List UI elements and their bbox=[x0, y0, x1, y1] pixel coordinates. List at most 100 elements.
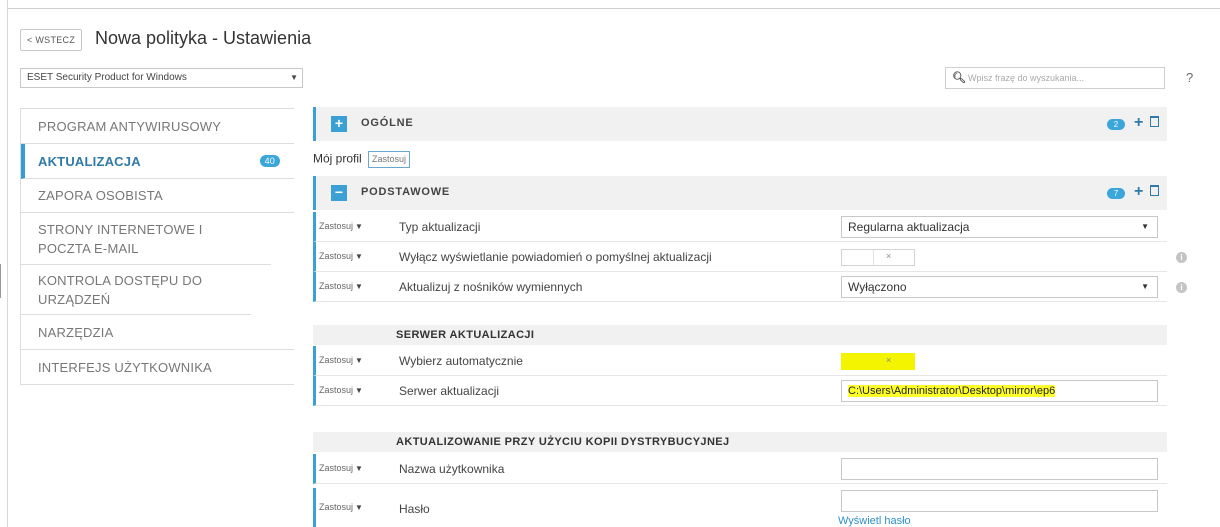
apply-dropdown[interactable]: Zastosuj ▼ bbox=[319, 281, 363, 291]
sidebar-item-web-email[interactable]: STRONY INTERNETOWE I POCZTA E-MAIL bbox=[21, 213, 271, 265]
chevron-down-icon: ▼ bbox=[355, 252, 363, 261]
setting-row-update-server: Zastosuj ▼ Serwer aktualizacji C:\Users\A… bbox=[313, 376, 1167, 406]
apply-dropdown[interactable]: Zastosuj ▼ bbox=[319, 221, 363, 231]
sidebar-item-update[interactable]: AKTUALIZACJA 40 bbox=[21, 144, 294, 179]
apply-label: Zastosuj bbox=[319, 502, 354, 512]
apply-label: Zastosuj bbox=[319, 355, 354, 365]
section-title: PODSTAWOWE bbox=[361, 186, 451, 198]
apply-label: Zastosuj bbox=[319, 463, 354, 473]
chevron-down-icon: ▼ bbox=[355, 356, 363, 365]
section-count-badge: 7 bbox=[1107, 188, 1125, 199]
select-value: Wyłączono bbox=[848, 280, 907, 294]
setting-label: Wybierz automatycznie bbox=[399, 354, 523, 368]
search-icon: 🔍︎ bbox=[952, 72, 966, 84]
sidebar-item-label: ZAPORA OSOBISTA bbox=[38, 188, 163, 203]
chevron-down-icon: ▼ bbox=[290, 73, 298, 82]
sidebar-item-label: STRONY INTERNETOWE I POCZTA E-MAIL bbox=[38, 221, 203, 256]
sidebar-item-firewall[interactable]: ZAPORA OSOBISTA bbox=[21, 179, 294, 213]
product-select[interactable]: ESET Security Product for Windows ▼ bbox=[20, 68, 303, 88]
search-placeholder: Wpisz frazę do wyszukania... bbox=[967, 73, 1085, 83]
setting-row-removable-media: Zastosuj ▼ Aktualizuj z nośników wymienny… bbox=[313, 272, 1187, 302]
section-general-header[interactable]: + OGÓLNE 2 + bbox=[313, 107, 1167, 141]
sidebar-item-label: KONTROLA DOSTĘPU DO URZĄDZEŃ bbox=[38, 272, 203, 307]
apply-dropdown[interactable]: Zastosuj ▼ bbox=[319, 463, 363, 473]
apply-dropdown[interactable]: Zastosuj ▼ bbox=[319, 251, 363, 261]
toggle-knob bbox=[842, 250, 874, 265]
chevron-down-icon: ▼ bbox=[1141, 282, 1149, 291]
back-button[interactable]: < WSTECZ bbox=[20, 29, 83, 51]
disable-notifications-toggle[interactable]: × bbox=[841, 249, 915, 266]
window-frame-top bbox=[8, 8, 1220, 9]
sidebar-badge: 40 bbox=[259, 155, 280, 167]
username-input[interactable] bbox=[841, 458, 1158, 480]
toggle-off-icon: × bbox=[886, 355, 892, 365]
toggle-off-icon: × bbox=[886, 251, 892, 261]
section-title: OGÓLNE bbox=[361, 117, 414, 129]
section-basic-header[interactable]: − PODSTAWOWE 7 + bbox=[313, 176, 1167, 210]
profile-apply-button[interactable]: Zastosuj bbox=[368, 151, 411, 168]
sidebar: PROGRAM ANTYWIRUSOWY AKTUALIZACJA 40 ZAP… bbox=[20, 108, 294, 385]
sidebar-item-label: NARZĘDZIA bbox=[38, 324, 114, 340]
password-input[interactable] bbox=[841, 490, 1158, 512]
removable-media-select[interactable]: Wyłączono ▼ bbox=[841, 276, 1158, 298]
apply-dropdown[interactable]: Zastosuj ▼ bbox=[319, 355, 363, 365]
sidebar-item-antivirus[interactable]: PROGRAM ANTYWIRUSOWY bbox=[21, 109, 294, 144]
setting-row-update-type: Zastosuj ▼ Typ aktualizacji Regularna akt… bbox=[313, 212, 1167, 242]
sidebar-item-device-control[interactable]: KONTROLA DOSTĘPU DO URZĄDZEŃ bbox=[21, 265, 251, 315]
setting-label: Nazwa użytkownika bbox=[399, 462, 505, 476]
setting-label: Aktualizuj z nośników wymiennych bbox=[399, 280, 583, 294]
profile-label: Mój profil bbox=[313, 151, 362, 166]
section-count-badge: 2 bbox=[1107, 119, 1125, 130]
window-edge-marker bbox=[0, 264, 6, 298]
sidebar-item-label: INTERFEJS UŻYTKOWNIKA bbox=[38, 359, 212, 375]
chevron-down-icon: ▼ bbox=[355, 222, 363, 231]
expand-plus-icon[interactable]: + bbox=[331, 116, 347, 132]
setting-label: Serwer aktualizacji bbox=[399, 384, 500, 398]
info-icon[interactable]: i bbox=[1176, 282, 1187, 293]
subsection-title: AKTUALIZOWANIE PRZY UŻYCIU KOPII DYSTRYB… bbox=[396, 436, 730, 448]
show-password-link[interactable]: Wyświetl hasło bbox=[838, 515, 911, 527]
setting-row-username: Zastosuj ▼ Nazwa użytkownika bbox=[313, 454, 1167, 484]
sidebar-item-tools[interactable]: NARZĘDZIA bbox=[21, 315, 294, 350]
select-value: Regularna aktualizacja bbox=[848, 220, 970, 234]
collapse-minus-icon[interactable]: − bbox=[331, 185, 347, 201]
sidebar-item-label: PROGRAM ANTYWIRUSOWY bbox=[38, 118, 222, 134]
setting-label: Typ aktualizacji bbox=[399, 220, 481, 234]
subsection-mirror: AKTUALIZOWANIE PRZY UŻYCIU KOPII DYSTRYB… bbox=[313, 432, 1167, 452]
update-type-select[interactable]: Regularna aktualizacja ▼ bbox=[841, 216, 1158, 238]
setting-row-auto-choose: Zastosuj ▼ Wybierz automatycznie × bbox=[313, 346, 1167, 376]
apply-label: Zastosuj bbox=[319, 251, 354, 261]
product-select-value: ESET Security Product for Windows bbox=[27, 72, 187, 83]
page-title: Nowa polityka - Ustawienia bbox=[95, 28, 312, 48]
trash-icon[interactable] bbox=[1150, 116, 1159, 127]
setting-label: Wyłącz wyświetlanie powiadomień o pomyśl… bbox=[399, 250, 712, 264]
info-icon[interactable]: i bbox=[1176, 252, 1187, 263]
apply-label: Zastosuj bbox=[319, 385, 354, 395]
setting-row-disable-notifications: Zastosuj ▼ Wyłącz wyświetlanie powiadomie… bbox=[313, 242, 1187, 272]
apply-label: Zastosuj bbox=[319, 281, 354, 291]
subsection-update-server: SERWER AKTUALIZACJI bbox=[313, 325, 1167, 345]
trash-icon[interactable] bbox=[1150, 185, 1159, 196]
toggle-knob bbox=[842, 354, 874, 369]
chevron-down-icon: ▼ bbox=[355, 464, 363, 473]
subsection-title: SERWER AKTUALIZACJI bbox=[396, 329, 535, 341]
search-input[interactable]: 🔍︎ Wpisz frazę do wyszukania... bbox=[945, 67, 1165, 89]
profile-line: Mój profil Zastosuj bbox=[313, 151, 411, 168]
add-icon[interactable]: + bbox=[1134, 114, 1143, 132]
sidebar-item-user-interface[interactable]: INTERFEJS UŻYTKOWNIKA bbox=[21, 350, 294, 384]
apply-label: Zastosuj bbox=[319, 221, 354, 231]
chevron-down-icon: ▼ bbox=[355, 386, 363, 395]
chevron-down-icon: ▼ bbox=[1141, 222, 1149, 231]
setting-label: Hasło bbox=[399, 502, 430, 516]
sidebar-item-label: AKTUALIZACJA bbox=[38, 153, 141, 169]
update-server-value: C:\Users\Administrator\Desktop\mirror\ep… bbox=[848, 385, 1056, 397]
apply-dropdown[interactable]: Zastosuj ▼ bbox=[319, 385, 363, 395]
setting-row-password: Zastosuj ▼ Hasło bbox=[313, 488, 1167, 527]
chevron-down-icon: ▼ bbox=[355, 282, 363, 291]
help-icon[interactable]: ? bbox=[1186, 70, 1193, 85]
chevron-down-icon: ▼ bbox=[355, 503, 363, 512]
update-server-input[interactable]: C:\Users\Administrator\Desktop\mirror\ep… bbox=[841, 380, 1158, 402]
add-icon[interactable]: + bbox=[1134, 183, 1143, 201]
auto-choose-toggle[interactable]: × bbox=[841, 353, 915, 370]
apply-dropdown[interactable]: Zastosuj ▼ bbox=[319, 502, 363, 512]
